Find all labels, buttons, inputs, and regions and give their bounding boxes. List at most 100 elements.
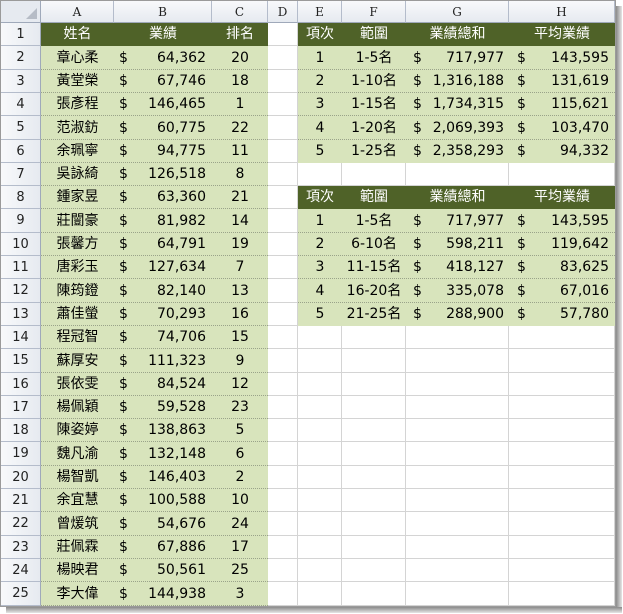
left-sales-cell[interactable]: 144,938 [114,582,206,606]
row-header-16[interactable]: 16 [1,373,41,396]
left-name-cell[interactable]: 陳筠鐙 [41,279,114,303]
left-sales-cell[interactable]: 111,323 [114,349,206,373]
right-average-cell[interactable]: 83,625 [509,256,609,279]
left-name-cell[interactable]: 楊智凱 [41,466,114,489]
right-average-cell[interactable]: 143,595 [509,46,609,70]
right-range-cell[interactable]: 11-15名 [342,256,406,279]
select-all-corner[interactable] [1,1,41,23]
left-rank-cell[interactable]: 6 [212,442,268,466]
right-total-cell[interactable]: 288,900 [406,303,504,326]
right-range-cell[interactable]: 21-25名 [342,303,406,326]
right-header-range[interactable]: 範圍 [342,186,406,209]
right-average-cell[interactable]: 131,619 [509,70,609,93]
left-sales-cell[interactable]: 132,148 [114,442,206,466]
column-header-g[interactable]: G [406,1,509,23]
left-rank-cell[interactable]: 19 [212,233,268,256]
right-total-cell[interactable]: 1,734,315 [406,93,504,116]
left-sales-cell[interactable]: 100,588 [114,489,206,512]
right-header-average[interactable]: 平均業績 [509,23,615,46]
column-header-b[interactable]: B [114,1,212,23]
left-sales-cell[interactable]: 70,293 [114,303,206,326]
right-average-cell[interactable]: 103,470 [509,116,609,140]
left-sales-cell[interactable]: 81,982 [114,209,206,233]
left-header-name[interactable]: 姓名 [41,23,114,46]
column-header-d[interactable]: D [268,1,298,23]
left-header-sales[interactable]: 業績 [114,23,212,46]
left-rank-cell[interactable]: 10 [212,489,268,512]
left-rank-cell[interactable]: 2 [212,466,268,489]
left-sales-cell[interactable]: 63,360 [114,186,206,209]
row-header-18[interactable]: 18 [1,419,41,442]
row-header-10[interactable]: 10 [1,233,41,256]
right-average-cell[interactable]: 57,780 [509,303,609,326]
left-name-cell[interactable]: 張依雯 [41,373,114,396]
right-average-cell[interactable]: 115,621 [509,93,609,116]
row-header-24[interactable]: 24 [1,559,41,582]
right-item-cell[interactable]: 5 [298,140,342,163]
left-sales-cell[interactable]: 126,518 [114,163,206,186]
row-header-5[interactable]: 5 [1,116,41,140]
right-item-cell[interactable]: 4 [298,116,342,140]
left-sales-cell[interactable]: 50,561 [114,559,206,582]
right-range-cell[interactable]: 1-15名 [342,93,406,116]
column-header-e[interactable]: E [298,1,342,23]
left-name-cell[interactable]: 魏凡渝 [41,442,114,466]
left-name-cell[interactable]: 吳詠綺 [41,163,114,186]
left-rank-cell[interactable]: 12 [212,373,268,396]
left-rank-cell[interactable]: 22 [212,116,268,140]
left-rank-cell[interactable]: 1 [212,93,268,116]
right-total-cell[interactable]: 2,358,293 [406,140,504,163]
right-item-cell[interactable]: 1 [298,46,342,70]
row-header-13[interactable]: 13 [1,303,41,326]
left-sales-cell[interactable]: 64,791 [114,233,206,256]
right-range-cell[interactable]: 1-5名 [342,209,406,233]
right-header-average[interactable]: 平均業績 [509,186,615,209]
row-header-1[interactable]: 1 [1,23,41,46]
right-average-cell[interactable]: 67,016 [509,279,609,303]
right-item-cell[interactable]: 2 [298,70,342,93]
right-range-cell[interactable]: 16-20名 [342,279,406,303]
row-header-23[interactable]: 23 [1,536,41,559]
left-name-cell[interactable]: 范淑鈁 [41,116,114,140]
right-total-cell[interactable]: 1,316,188 [406,70,504,93]
row-header-17[interactable]: 17 [1,396,41,419]
right-header-total[interactable]: 業績總和 [406,186,509,209]
left-name-cell[interactable]: 陳姿婷 [41,419,114,442]
left-name-cell[interactable]: 余宜慧 [41,489,114,512]
right-total-cell[interactable]: 717,977 [406,209,504,233]
left-sales-cell[interactable]: 59,528 [114,396,206,419]
column-header-f[interactable]: F [342,1,406,23]
left-name-cell[interactable]: 鍾家昱 [41,186,114,209]
row-header-12[interactable]: 12 [1,279,41,303]
right-range-cell[interactable]: 1-25名 [342,140,406,163]
right-header-range[interactable]: 範圍 [342,23,406,46]
row-header-4[interactable]: 4 [1,93,41,116]
row-header-19[interactable]: 19 [1,442,41,466]
right-header-item[interactable]: 項次 [298,186,342,209]
right-total-cell[interactable]: 335,078 [406,279,504,303]
row-header-14[interactable]: 14 [1,326,41,349]
right-header-item[interactable]: 項次 [298,23,342,46]
right-total-cell[interactable]: 717,977 [406,46,504,70]
left-rank-cell[interactable]: 21 [212,186,268,209]
left-rank-cell[interactable]: 24 [212,512,268,536]
right-range-cell[interactable]: 6-10名 [342,233,406,256]
left-name-cell[interactable]: 張馨方 [41,233,114,256]
right-item-cell[interactable]: 4 [298,279,342,303]
row-header-25[interactable]: 25 [1,582,41,606]
left-sales-cell[interactable]: 127,634 [114,256,206,279]
right-average-cell[interactable]: 143,595 [509,209,609,233]
left-rank-cell[interactable]: 11 [212,140,268,163]
left-sales-cell[interactable]: 74,706 [114,326,206,349]
right-total-cell[interactable]: 598,211 [406,233,504,256]
left-sales-cell[interactable]: 146,403 [114,466,206,489]
left-name-cell[interactable]: 莊佩霖 [41,536,114,559]
left-name-cell[interactable]: 蕭佳螢 [41,303,114,326]
column-header-c[interactable]: C [212,1,268,23]
left-rank-cell[interactable]: 7 [212,256,268,279]
column-header-h[interactable]: H [509,1,615,23]
left-sales-cell[interactable]: 64,362 [114,46,206,70]
left-name-cell[interactable]: 黃堂榮 [41,70,114,93]
left-rank-cell[interactable]: 5 [212,419,268,442]
row-header-22[interactable]: 22 [1,512,41,536]
